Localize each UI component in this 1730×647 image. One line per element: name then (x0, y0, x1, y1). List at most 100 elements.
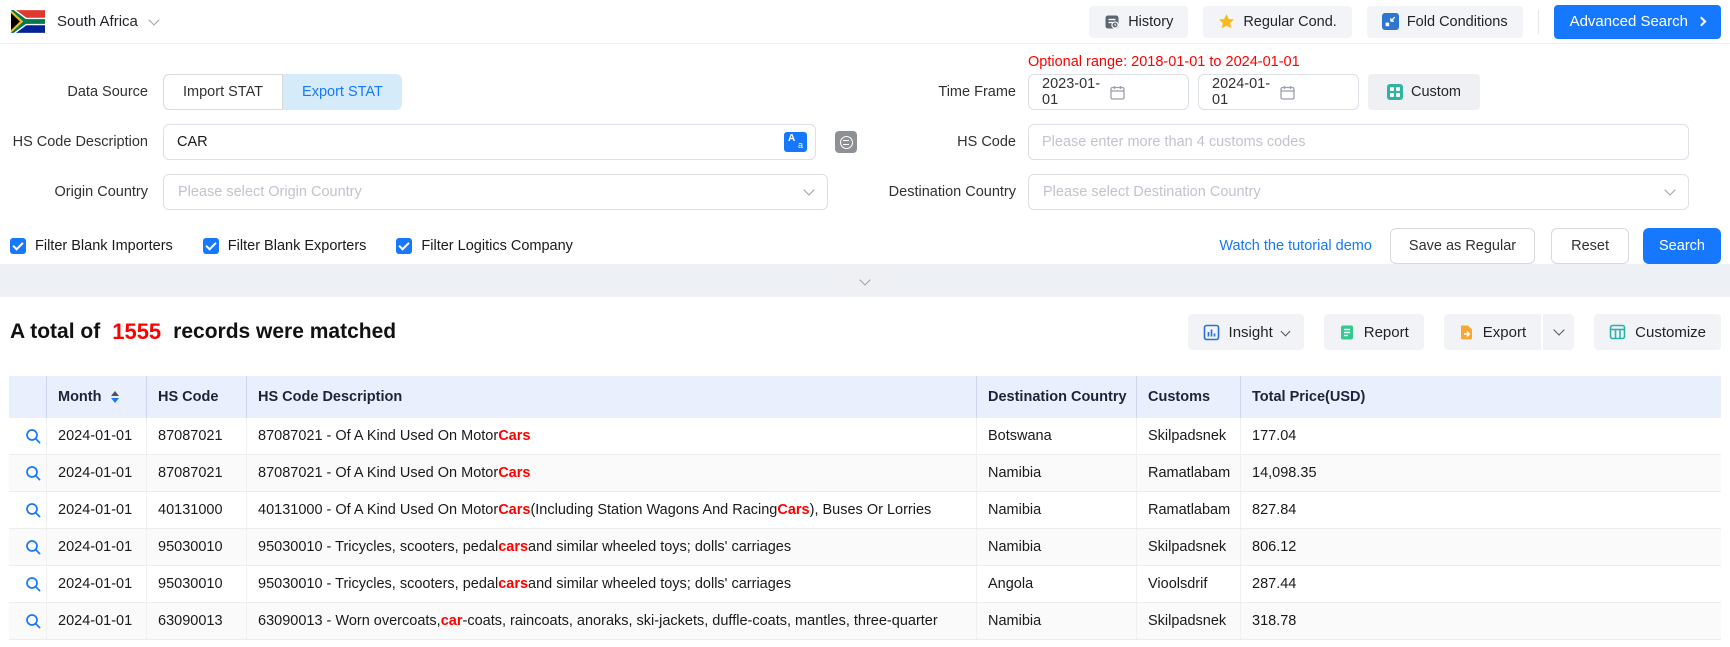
export-label: Export (1483, 324, 1526, 341)
table-row: 2024-01-01 87087021 87087021 - Of A Kind… (9, 455, 1721, 492)
tutorial-link[interactable]: Watch the tutorial demo (1219, 238, 1372, 254)
advanced-search-label: Advanced Search (1570, 13, 1688, 30)
optional-range-note: Optional range: 2018-01-01 to 2024-01-01 (1028, 54, 1300, 70)
col-description: HS Code Description (247, 376, 977, 418)
cell-description: 87087021 - Of A Kind Used On Motor Cars (247, 418, 977, 454)
hs-desc-input[interactable] (163, 124, 816, 160)
export-stat-option[interactable]: Export STAT (283, 74, 402, 110)
report-button[interactable]: Report (1324, 314, 1424, 350)
country-selector-label: South Africa (57, 13, 138, 30)
table-row: 2024-01-01 40131000 40131000 - Of A Kind… (9, 492, 1721, 529)
table-bottom-sliver (9, 640, 1721, 645)
col-month-label: Month (58, 389, 101, 405)
cell-hs-code: 87087021 (147, 455, 247, 491)
fold-icon (1382, 13, 1399, 30)
results-header: A total of 1555 records were matched Ins… (0, 314, 1730, 350)
cell-customs: Ramatlabam (1137, 455, 1241, 491)
regular-cond-label: Regular Cond. (1243, 14, 1337, 30)
reset-button[interactable]: Reset (1551, 228, 1629, 264)
col-customs: Customs (1137, 376, 1241, 418)
cell-description: 87087021 - Of A Kind Used On Motor Cars (247, 455, 977, 491)
cell-customs: Skilpadsnek (1137, 603, 1241, 639)
hs-code-input[interactable] (1028, 124, 1689, 160)
cell-total: 827.84 (1241, 492, 1721, 528)
cell-hs-code: 87087021 (147, 418, 247, 454)
col-destination-label: Destination Country (988, 389, 1127, 405)
history-icon (1104, 14, 1120, 30)
cell-description: 95030010 - Tricycles, scooters, pedal ca… (247, 566, 977, 602)
customize-button[interactable]: Customize (1594, 314, 1721, 350)
fold-conditions-label: Fold Conditions (1407, 14, 1508, 30)
sort-icons[interactable] (111, 391, 119, 403)
south-africa-flag-icon (11, 10, 45, 33)
start-date-value: 2023-01-01 (1042, 76, 1110, 108)
form-actions: Watch the tutorial demo Save as Regular … (1219, 228, 1721, 264)
start-date-input[interactable]: 2023-01-01 (1028, 74, 1189, 110)
cell-month: 2024-01-01 (47, 603, 147, 639)
table-body: 2024-01-01 87087021 87087021 - Of A Kind… (9, 418, 1721, 640)
translate-icon[interactable]: Aa (784, 132, 807, 152)
filter-label: Filter Blank Importers (35, 238, 173, 254)
history-button[interactable]: History (1089, 6, 1188, 38)
cell-description: 95030010 - Tricycles, scooters, pedal ca… (247, 529, 977, 565)
insight-icon (1203, 324, 1220, 341)
cell-customs: Ramatlabam (1137, 492, 1241, 528)
hs-desc-label: HS Code Description (0, 134, 148, 150)
summary-suffix: records were matched (173, 320, 396, 344)
save-as-regular-button[interactable]: Save as Regular (1390, 228, 1535, 264)
filter-label: Filter Logitics Company (421, 238, 573, 254)
form-row-1: Data Source Import STAT Export STAT Time… (0, 74, 1730, 110)
form-row-3: Origin Country Please select Origin Coun… (0, 174, 1730, 210)
export-options-button[interactable] (1543, 314, 1574, 350)
top-bar-actions: History Regular Cond. Fold Conditions A (1089, 5, 1721, 39)
cell-destination: Namibia (977, 455, 1137, 491)
import-stat-option[interactable]: Import STAT (163, 74, 283, 110)
table-row: 2024-01-01 87087021 87087021 - Of A Kind… (9, 418, 1721, 455)
chevron-down-icon (1664, 184, 1675, 195)
top-bar: South Africa History Regular Cond. (0, 0, 1730, 44)
custom-range-button[interactable]: Custom (1368, 74, 1480, 110)
search-button[interactable]: Search (1643, 228, 1721, 264)
customize-icon (1609, 324, 1626, 340)
row-detail-search-icon[interactable] (25, 539, 42, 556)
report-label: Report (1364, 324, 1409, 341)
row-detail-search-icon[interactable] (25, 502, 42, 519)
results-table: Month HS Code HS Code Description Destin… (9, 376, 1721, 645)
cell-total: 287.44 (1241, 566, 1721, 602)
cell-destination: Namibia (977, 603, 1137, 639)
filter-blank-exporters-checkbox[interactable]: Filter Blank Exporters (203, 238, 367, 254)
insight-button[interactable]: Insight (1188, 314, 1304, 350)
advanced-search-button[interactable]: Advanced Search (1554, 5, 1721, 39)
filter-logitics-company-checkbox[interactable]: Filter Logitics Company (396, 238, 573, 254)
calendar-icon (1280, 85, 1348, 100)
row-detail-search-icon[interactable] (25, 465, 42, 482)
regular-cond-button[interactable]: Regular Cond. (1203, 6, 1352, 38)
destination-country-label: Destination Country (875, 184, 1016, 200)
cell-destination: Botswana (977, 418, 1137, 454)
collapse-form-button[interactable] (838, 267, 891, 296)
col-month[interactable]: Month (47, 376, 147, 418)
chevron-down-icon[interactable] (148, 14, 159, 25)
results-summary: A total of 1555 records were matched (10, 319, 396, 345)
cell-total: 177.04 (1241, 418, 1721, 454)
destination-country-select[interactable]: Please select Destination Country (1028, 174, 1689, 210)
record-count: 1555 (112, 319, 161, 345)
calendar-icon (1110, 85, 1178, 100)
col-customs-label: Customs (1148, 389, 1210, 405)
synonym-icon[interactable] (835, 131, 857, 153)
export-button[interactable]: Export (1444, 314, 1543, 350)
origin-country-select[interactable]: Please select Origin Country (163, 174, 828, 210)
destination-placeholder: Please select Destination Country (1043, 184, 1666, 200)
report-icon (1339, 324, 1355, 341)
filter-blank-importers-checkbox[interactable]: Filter Blank Importers (10, 238, 173, 254)
filter-row: Filter Blank Importers Filter Blank Expo… (0, 228, 1730, 264)
cell-customs: Skilpadsnek (1137, 529, 1241, 565)
row-detail-search-icon[interactable] (25, 576, 42, 593)
row-detail-search-icon[interactable] (25, 613, 42, 630)
row-detail-search-icon[interactable] (25, 428, 42, 445)
insight-label: Insight (1229, 324, 1273, 341)
fold-conditions-button[interactable]: Fold Conditions (1367, 6, 1523, 38)
origin-country-label: Origin Country (0, 184, 148, 200)
cell-description: 63090013 - Worn overcoats, car-coats, ra… (247, 603, 977, 639)
end-date-input[interactable]: 2024-01-01 (1198, 74, 1359, 110)
